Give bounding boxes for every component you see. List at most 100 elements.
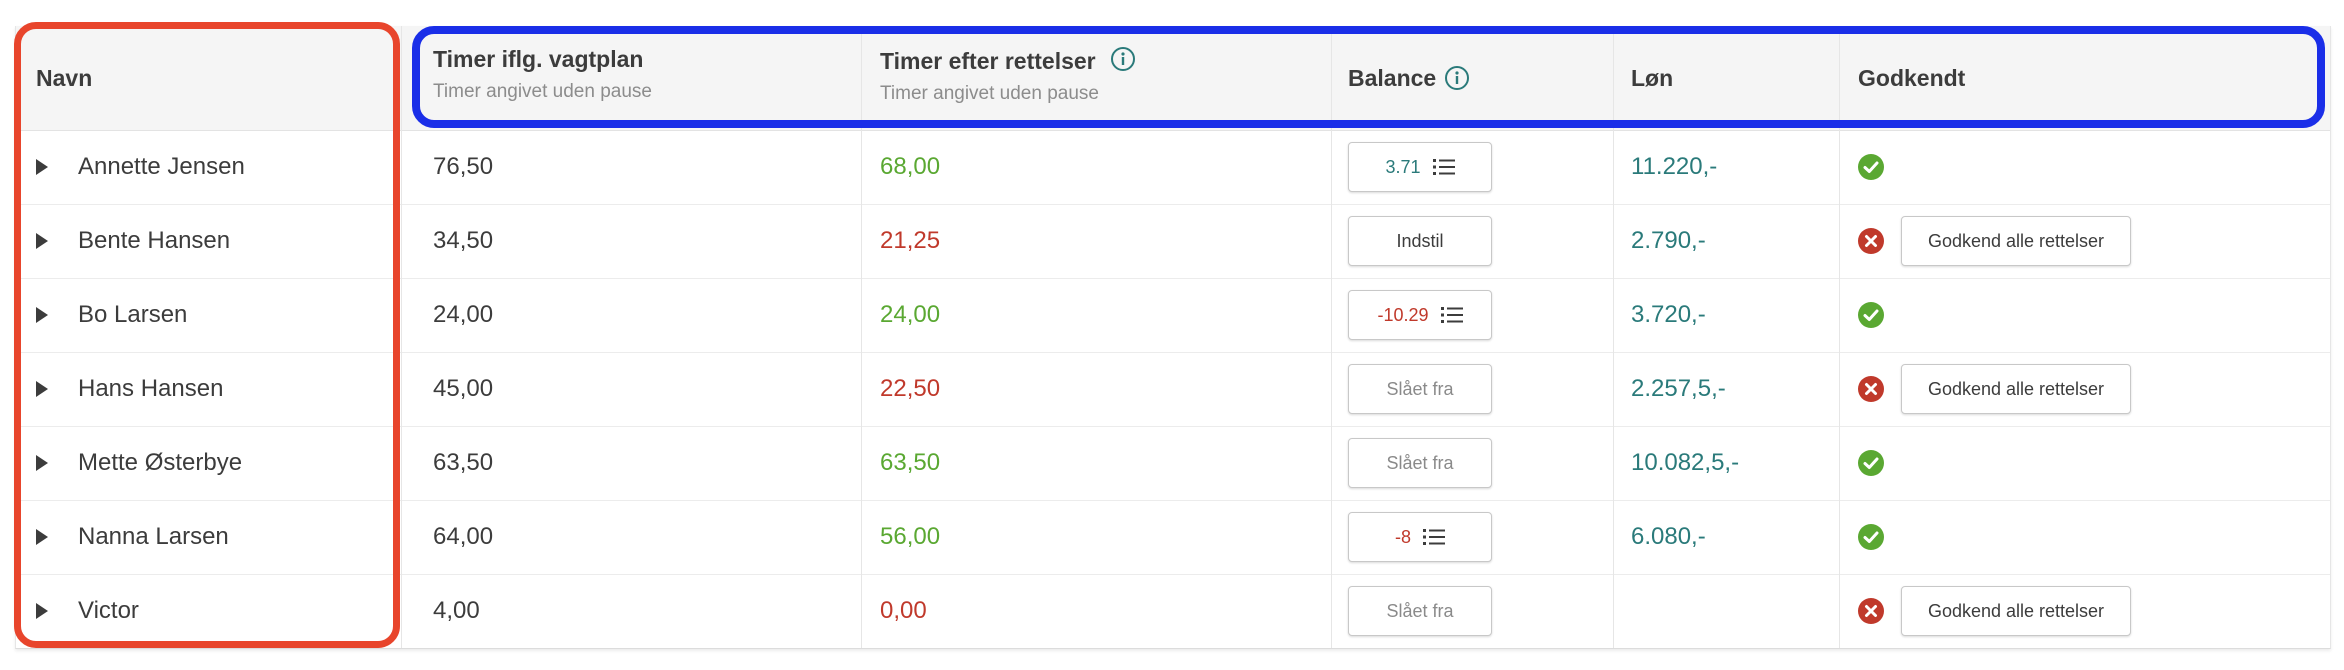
- salary-value: 11.220,-: [1631, 153, 1718, 180]
- not-approved-x-icon: [1858, 228, 1884, 254]
- header-navn-label: Navn: [36, 64, 93, 91]
- balance-disabled-button[interactable]: Slået fra: [1348, 438, 1492, 488]
- employee-name: Bente Hansen: [78, 227, 231, 254]
- expand-caret-icon: [36, 159, 48, 175]
- approved-check-icon: [1858, 302, 1884, 328]
- balance-label: -10.29: [1377, 304, 1429, 325]
- hours-schedule-value: 24,00: [433, 301, 494, 328]
- expand-row-toggle[interactable]: Bente Hansen: [36, 204, 230, 278]
- balance-details-button[interactable]: 3.71: [1348, 142, 1492, 192]
- approved-check-icon: [1858, 154, 1884, 180]
- approved-status: [1858, 278, 1884, 352]
- table-row: Bente Hansen 34,50 21,25 Indstil 2.790,- Godk…: [16, 204, 2330, 279]
- approved-status: [1858, 426, 1884, 500]
- list-icon: [1423, 529, 1445, 545]
- employee-name: Bo Larsen: [78, 301, 188, 328]
- employee-name: Victor: [78, 597, 139, 624]
- header-balance[interactable]: Balance: [1348, 26, 1470, 130]
- salary-value: 3.720,-: [1631, 301, 1706, 328]
- header-godkendt-label: Godkendt: [1858, 64, 1966, 91]
- expand-row-toggle[interactable]: Victor: [36, 574, 139, 648]
- approve-all-corrections-button[interactable]: Godkend alle rettelser: [1901, 364, 2131, 414]
- header-timer-vagtplan-sub: Timer angivet uden pause: [433, 81, 652, 102]
- info-icon[interactable]: [1444, 65, 1470, 91]
- header-navn[interactable]: Navn: [36, 26, 92, 130]
- expand-row-toggle[interactable]: Nanna Larsen: [36, 500, 229, 574]
- header-timer-vagtplan[interactable]: Timer iflg. vagtplan Timer angivet uden …: [433, 46, 652, 103]
- approve-all-corrections-button[interactable]: Godkend alle rettelser: [1901, 586, 2131, 636]
- header-timer-rettelser-label: Timer efter rettelser: [880, 48, 1096, 74]
- expand-caret-icon: [36, 455, 48, 471]
- approve-all-corrections-label: Godkend alle rettelser: [1927, 230, 2105, 251]
- table-row: Victor 4,00 0,00 Slået fra Godkend alle rett…: [16, 574, 2330, 648]
- header-loen-label: Løn: [1631, 64, 1674, 91]
- header-timer-vagtplan-label: Timer iflg. vagtplan: [433, 46, 644, 72]
- balance-label: Slået fra: [1386, 378, 1454, 399]
- info-icon[interactable]: [1110, 46, 1136, 72]
- salary-value: 10.082,5,-: [1631, 449, 1740, 476]
- expand-caret-icon: [36, 233, 48, 249]
- approved-check-icon: [1858, 524, 1884, 550]
- table-header: Navn Timer iflg. vagtplan Timer angivet …: [16, 26, 2330, 131]
- balance-label: 3.71: [1385, 156, 1421, 177]
- employee-name: Mette Østerbye: [78, 449, 243, 476]
- expand-caret-icon: [36, 307, 48, 323]
- expand-caret-icon: [36, 529, 48, 545]
- hours-corrected-value: 0,00: [880, 597, 927, 624]
- list-icon: [1432, 159, 1455, 175]
- balance-label: -8: [1394, 526, 1411, 547]
- approve-all-corrections-button[interactable]: Godkend alle rettelser: [1901, 216, 2131, 266]
- not-approved-status: [1858, 204, 1884, 278]
- expand-row-toggle[interactable]: Annette Jensen: [36, 130, 245, 204]
- hours-schedule-value: 34,50: [433, 227, 494, 254]
- hours-corrected-value: 63,50: [880, 449, 941, 476]
- header-timer-rettelser[interactable]: Timer efter rettelser Timer angivet uden…: [880, 46, 1136, 105]
- hours-schedule-value: 4,00: [433, 597, 480, 624]
- table-row: Mette Østerbye 63,50 63,50 Slået fra 10.082,…: [16, 426, 2330, 501]
- employee-name: Annette Jensen: [78, 153, 245, 180]
- hours-corrected-value: 22,50: [880, 375, 941, 402]
- expand-caret-icon: [36, 603, 48, 619]
- balance-label: Slået fra: [1386, 600, 1454, 621]
- header-loen[interactable]: Løn: [1631, 26, 1673, 130]
- expand-row-toggle[interactable]: Hans Hansen: [36, 352, 223, 426]
- hours-corrected-value: 21,25: [880, 227, 941, 254]
- header-godkendt[interactable]: Godkendt: [1858, 26, 1965, 130]
- approve-all-corrections-label: Godkend alle rettelser: [1927, 600, 2105, 621]
- hours-schedule-value: 76,50: [433, 153, 494, 180]
- salary-value: 2.257,5,-: [1631, 375, 1726, 402]
- balance-setup-button[interactable]: Indstil: [1348, 216, 1492, 266]
- header-balance-label: Balance: [1348, 64, 1437, 91]
- hours-corrected-value: 24,00: [880, 301, 941, 328]
- salary-value: 2.790,-: [1631, 227, 1706, 254]
- balance-disabled-button[interactable]: Slået fra: [1348, 364, 1492, 414]
- not-approved-status: [1858, 352, 1884, 426]
- salary-value: 6.080,-: [1631, 523, 1706, 550]
- employee-name: Nanna Larsen: [78, 523, 229, 550]
- approved-status: [1858, 500, 1884, 574]
- list-icon: [1440, 307, 1463, 323]
- not-approved-status: [1858, 574, 1884, 648]
- hours-schedule-value: 45,00: [433, 375, 494, 402]
- expand-caret-icon: [36, 381, 48, 397]
- approve-all-corrections-label: Godkend alle rettelser: [1927, 378, 2105, 399]
- employee-name: Hans Hansen: [78, 375, 224, 402]
- expand-row-toggle[interactable]: Bo Larsen: [36, 278, 187, 352]
- balance-details-button[interactable]: -10.29: [1348, 290, 1492, 340]
- not-approved-x-icon: [1858, 598, 1884, 624]
- balance-label: Slået fra: [1386, 452, 1454, 473]
- balance-label: Indstil: [1396, 230, 1444, 251]
- table-row: Hans Hansen 45,00 22,50 Slået fra 2.257,5,- G…: [16, 352, 2330, 427]
- hours-corrected-value: 56,00: [880, 523, 941, 550]
- approved-status: [1858, 130, 1884, 204]
- hours-schedule-value: 63,50: [433, 449, 494, 476]
- expand-row-toggle[interactable]: Mette Østerbye: [36, 426, 242, 500]
- table-row: Bo Larsen 24,00 24,00 -10.29 3.720,-: [16, 278, 2330, 353]
- hours-table: Navn Timer iflg. vagtplan Timer angivet …: [15, 26, 2331, 649]
- header-timer-rettelser-sub: Timer angivet uden pause: [880, 83, 1099, 104]
- balance-details-button[interactable]: -8: [1348, 512, 1492, 562]
- balance-disabled-button[interactable]: Slået fra: [1348, 586, 1492, 636]
- hours-corrected-value: 68,00: [880, 153, 941, 180]
- hours-schedule-value: 64,00: [433, 523, 494, 550]
- table-row: Annette Jensen 76,50 68,00 3.71 11.220,-: [16, 130, 2330, 205]
